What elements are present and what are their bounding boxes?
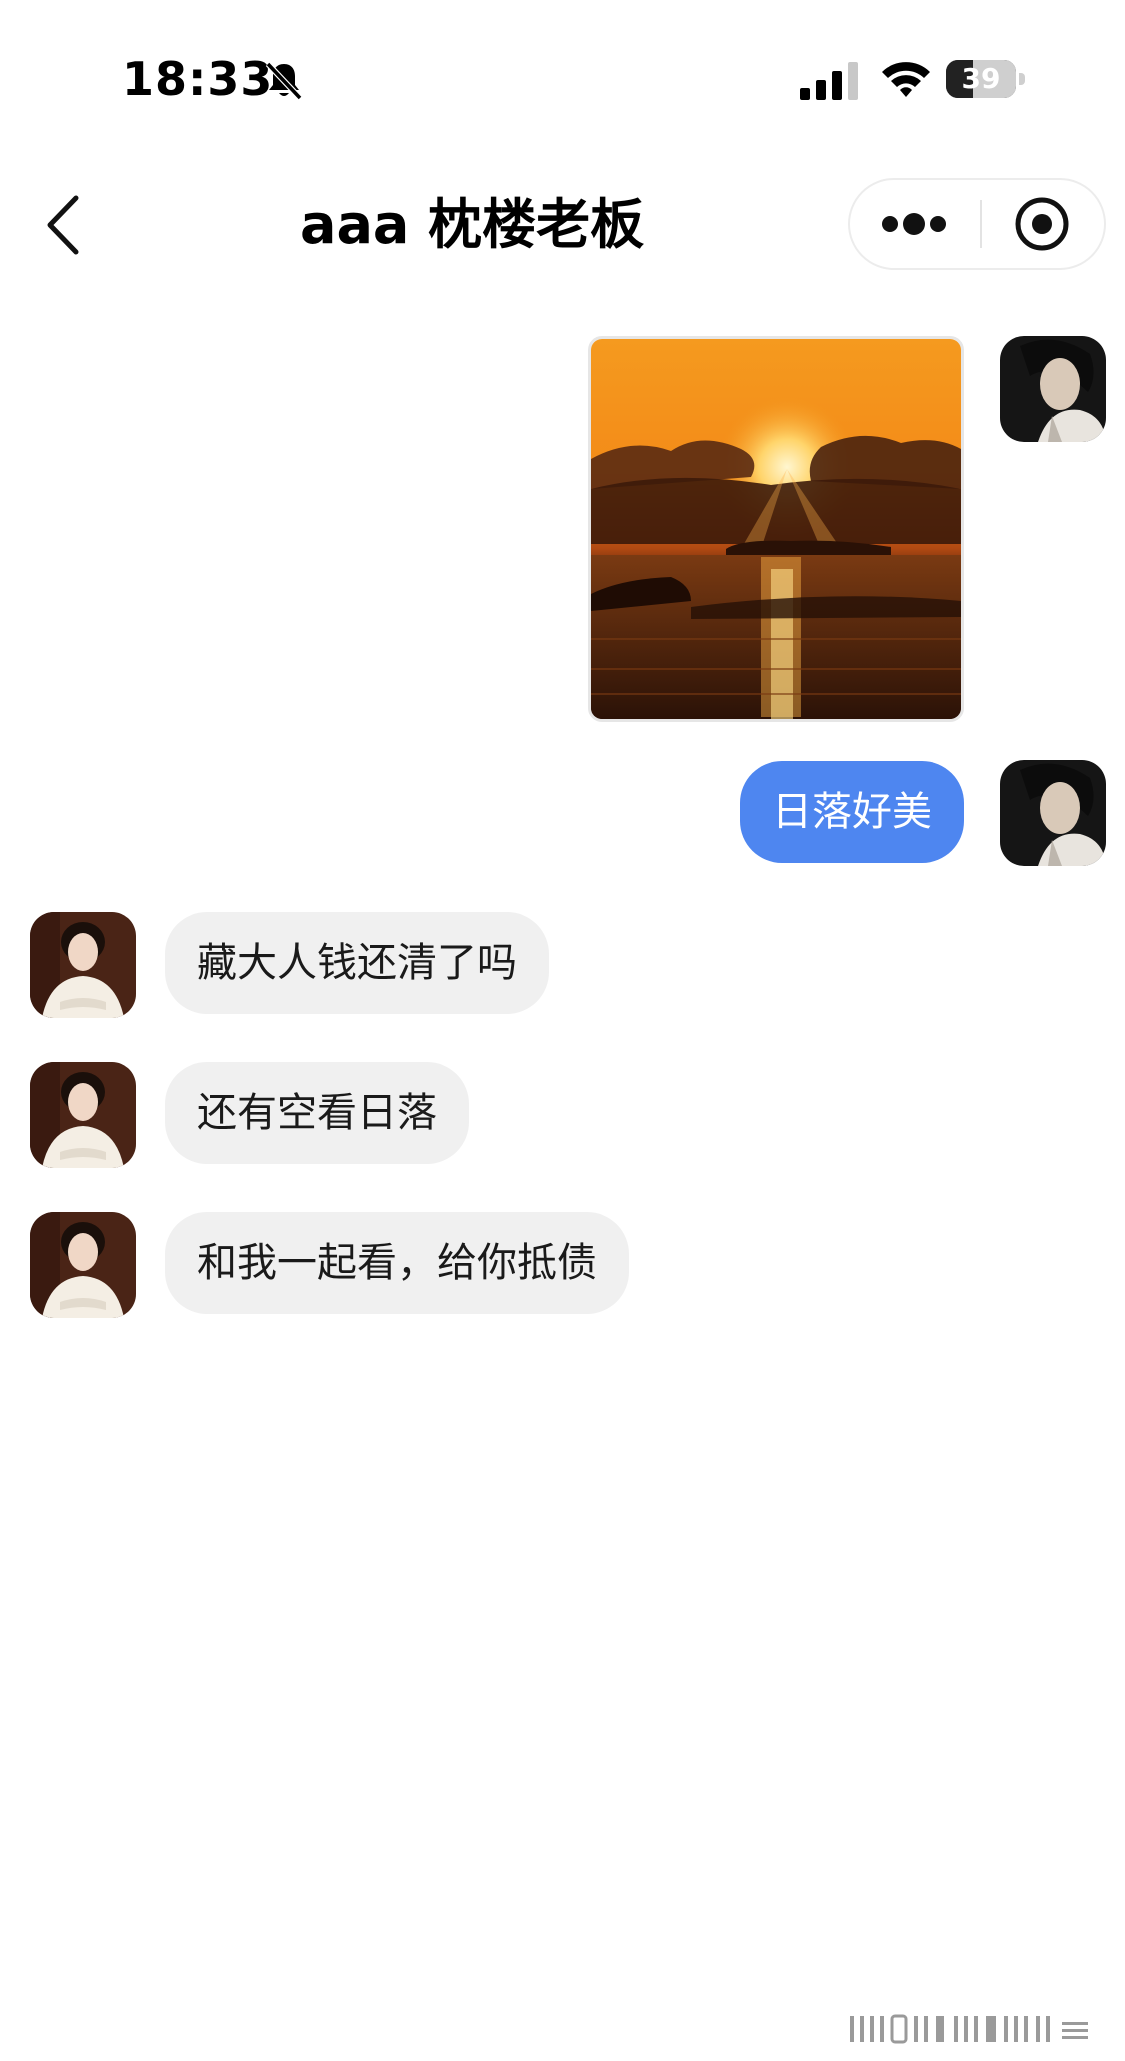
chat-screen: 18:33 39 aaa 枕楼老板 日落好美 藏大人钱还清了吗 还有空看日落 和…: [0, 0, 1125, 2061]
avatar[interactable]: [1000, 760, 1106, 866]
avatar[interactable]: [30, 1212, 136, 1318]
bell-slash-icon: [265, 61, 303, 101]
avatar[interactable]: [1000, 336, 1106, 442]
avatar[interactable]: [30, 912, 136, 1018]
message-bubble[interactable]: 和我一起看，给你抵债: [165, 1212, 629, 1314]
target-circle-icon[interactable]: [986, 180, 1104, 268]
message-bubble[interactable]: 日落好美: [740, 761, 964, 863]
message-bubble[interactable]: 还有空看日落: [165, 1062, 469, 1164]
chevron-left-icon[interactable]: [36, 188, 96, 262]
wifi-icon: [882, 62, 930, 97]
battery-level: 39: [961, 62, 1001, 95]
status-bar: 18:33 39: [0, 0, 1125, 150]
avatar[interactable]: [30, 1062, 136, 1168]
battery-body: 39: [946, 60, 1016, 98]
nav-bar: aaa 枕楼老板: [0, 160, 1125, 290]
battery-tip: [1019, 73, 1025, 85]
message-bubble[interactable]: 藏大人钱还清了吗: [165, 912, 549, 1014]
watermark-logo: [850, 2014, 1088, 2044]
message-list: 日落好美 藏大人钱还清了吗 还有空看日落 和我一起看，给你抵债: [0, 300, 1125, 2000]
capsule-divider: [980, 200, 982, 248]
sunset-over-sea-photo[interactable]: [588, 336, 964, 722]
more-dots-icon[interactable]: [850, 180, 978, 268]
status-time: 18:33: [122, 52, 274, 106]
mini-program-capsule: [848, 178, 1106, 270]
battery-icon: 39: [946, 60, 1026, 100]
cellular-signal-icon: [800, 62, 858, 100]
page-title: aaa 枕楼老板: [300, 193, 645, 256]
